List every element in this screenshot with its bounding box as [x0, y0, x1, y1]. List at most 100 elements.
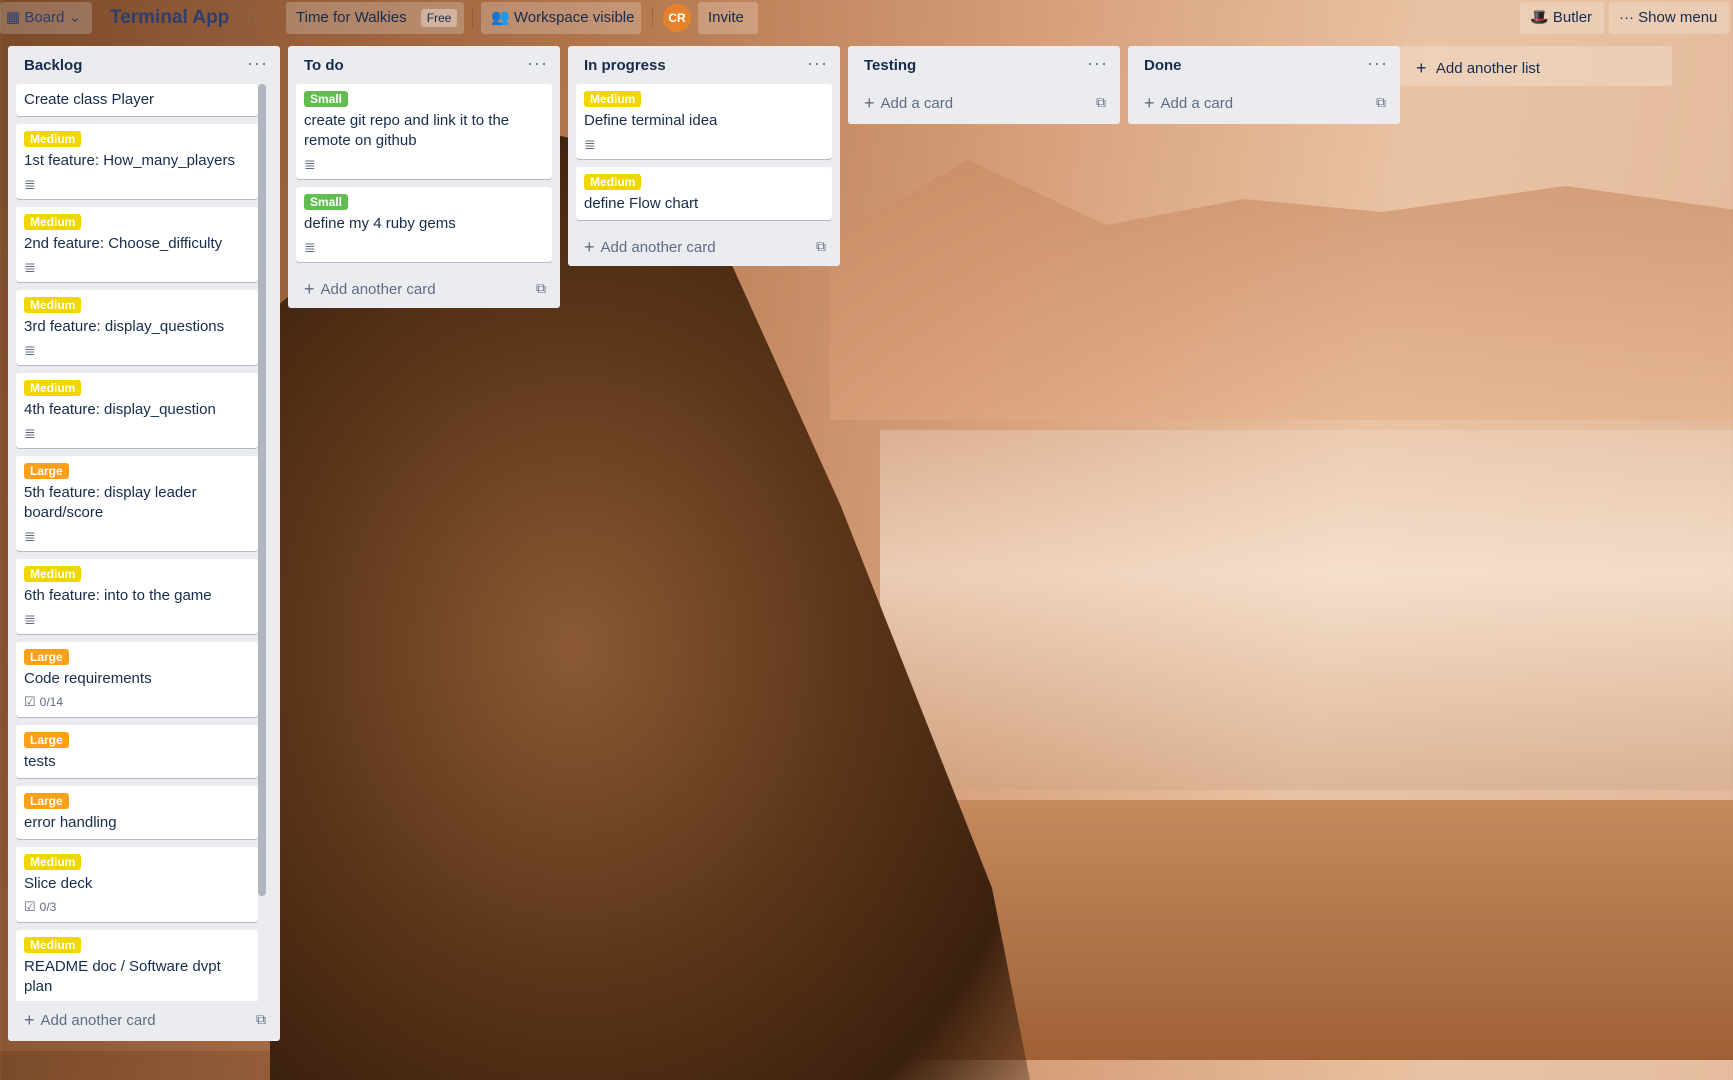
card-title: 6th feature: into to the game [24, 587, 212, 604]
card-label[interactable]: Medium [584, 91, 642, 107]
card-title: define Flow chart [584, 195, 699, 212]
workspace-button[interactable]: Time for Walkies Free [286, 2, 464, 34]
add-list-label: Add another list [1435, 60, 1541, 77]
card[interactable]: Small create git repo and link it to the … [296, 84, 552, 179]
card-list: Create class Player Medium 1st feature: Ho… [8, 84, 266, 1001]
card-label[interactable]: Medium [24, 937, 82, 953]
list-footer: + Add another card ⧉ [8, 1001, 280, 1039]
list-title[interactable]: Done [1144, 57, 1182, 74]
board-view-switcher[interactable]: ▦ Board ⌄ [0, 2, 92, 34]
card-template-icon[interactable]: ⧉ [1376, 94, 1386, 111]
list-title[interactable]: Testing [864, 57, 916, 74]
card-label[interactable]: Medium [584, 174, 642, 190]
card-list: Small create git repo and link it to the … [288, 84, 560, 262]
add-card-button[interactable]: + Add another card [304, 279, 436, 300]
card[interactable]: Large Code requirements ☑ 0/14 [16, 642, 258, 717]
card[interactable]: Medium 1st feature: How_many_players ≣ [16, 124, 258, 199]
card-title: error handling [24, 814, 117, 831]
card-badges: ≣ [24, 175, 250, 193]
list-in-progress[interactable]: In progress ··· Medium Define terminal idea… [568, 46, 840, 266]
card-title: Create class Player [24, 91, 155, 108]
butler-label: Butler [1552, 9, 1593, 26]
list-backlog[interactable]: Backlog ··· Create class Player Medium 1st f… [8, 46, 280, 1041]
invite-button[interactable]: Invite [698, 2, 758, 34]
card[interactable]: Medium 6th feature: into to the game ≣ [16, 559, 258, 634]
list-done[interactable]: Done ··· + Add a card ⧉ [1128, 46, 1400, 124]
card-badges: ☑ 0/14 [24, 693, 250, 711]
add-list-button[interactable]: + Add another list [1400, 46, 1672, 86]
card[interactable]: Medium README doc / Software dvpt plan [16, 930, 258, 1001]
card-label[interactable]: Small [304, 194, 349, 210]
card-label[interactable]: Medium [24, 131, 82, 147]
description-icon: ≣ [24, 611, 36, 627]
visibility-label: Workspace visible [513, 9, 635, 26]
backlog-scrollbar[interactable] [258, 84, 266, 896]
card[interactable]: Medium 4th feature: display_question ≣ [16, 373, 258, 448]
add-card-button[interactable]: + Add a card [1144, 93, 1233, 114]
add-card-label: Add another card [320, 281, 436, 298]
list-testing[interactable]: Testing ··· + Add a card ⧉ [848, 46, 1120, 124]
list-header[interactable]: To do ··· [288, 46, 560, 84]
card-title: define my 4 ruby gems [304, 215, 456, 232]
card-template-icon[interactable]: ⧉ [816, 238, 826, 255]
description-icon: ≣ [24, 425, 36, 441]
list-header[interactable]: Testing ··· [848, 46, 1120, 84]
card[interactable]: Large error handling [16, 786, 258, 839]
card-label[interactable]: Medium [24, 380, 82, 396]
card-title: create git repo and link it to the remot… [304, 112, 510, 149]
card[interactable]: Small define my 4 ruby gems ≣ [296, 187, 552, 262]
card-label[interactable]: Medium [24, 297, 82, 313]
divider [652, 8, 653, 28]
list-header[interactable]: Done ··· [1128, 46, 1400, 84]
list-title[interactable]: To do [304, 57, 344, 74]
card-template-icon[interactable]: ⧉ [1096, 94, 1106, 111]
list-menu-icon[interactable]: ··· [247, 53, 268, 74]
board-title[interactable]: Terminal App [110, 2, 229, 34]
card[interactable]: Create class Player [16, 84, 258, 116]
add-card-button[interactable]: + Add another card [24, 1010, 156, 1031]
list-menu-icon[interactable]: ··· [1367, 53, 1388, 74]
description-icon: ≣ [24, 176, 36, 192]
card[interactable]: Medium define Flow chart [576, 167, 832, 220]
show-menu-button[interactable]: ··· Show menu [1609, 2, 1729, 34]
divider [472, 8, 473, 28]
list-menu-icon[interactable]: ··· [527, 53, 548, 74]
list-header[interactable]: In progress ··· [568, 46, 840, 84]
list-header[interactable]: Backlog ··· [8, 46, 280, 84]
card-badges: ≣ [24, 341, 250, 359]
card-template-icon[interactable]: ⧉ [256, 1011, 266, 1028]
card-title: 4th feature: display_question [24, 401, 216, 418]
card-label[interactable]: Large [24, 793, 69, 809]
avatar[interactable]: CR [663, 4, 691, 32]
butler-button[interactable]: 🎩 Butler [1520, 2, 1604, 34]
card-label[interactable]: Medium [24, 566, 82, 582]
list-to-do[interactable]: To do ··· Small create git repo and link it… [288, 46, 560, 308]
checklist-count: 0/14 [39, 695, 64, 709]
checklist-count: 0/3 [39, 900, 57, 914]
list-menu-icon[interactable]: ··· [807, 53, 828, 74]
list-title[interactable]: Backlog [24, 57, 82, 74]
scrollbar-thumb[interactable] [258, 84, 266, 896]
visibility-button[interactable]: 👥 Workspace visible [481, 2, 641, 34]
card[interactable]: Large 5th feature: display leader board/s… [16, 456, 258, 551]
card[interactable]: Medium 2nd feature: Choose_difficulty ≣ [16, 207, 258, 282]
card[interactable]: Large tests [16, 725, 258, 778]
card-label[interactable]: Medium [24, 214, 82, 230]
star-icon[interactable]: ☆ [244, 2, 266, 34]
people-icon: 👥 [491, 9, 510, 26]
card[interactable]: Medium 3rd feature: display_questions ≣ [16, 290, 258, 365]
card[interactable]: Medium Define terminal idea ≣ [576, 84, 832, 159]
card-label[interactable]: Medium [24, 854, 82, 870]
card-label[interactable]: Large [24, 649, 69, 665]
add-card-button[interactable]: + Add another card [584, 237, 716, 258]
list-title[interactable]: In progress [584, 57, 666, 74]
card-label[interactable]: Large [24, 463, 69, 479]
add-card-button[interactable]: + Add a card [864, 93, 953, 114]
card-label[interactable]: Large [24, 732, 69, 748]
card[interactable]: Medium Slice deck ☑ 0/3 [16, 847, 258, 922]
list-menu-icon[interactable]: ··· [1087, 53, 1108, 74]
add-card-label: Add another card [600, 239, 716, 256]
card-template-icon[interactable]: ⧉ [536, 280, 546, 297]
card-label[interactable]: Small [304, 91, 349, 107]
card-title: 1st feature: How_many_players [24, 152, 235, 169]
